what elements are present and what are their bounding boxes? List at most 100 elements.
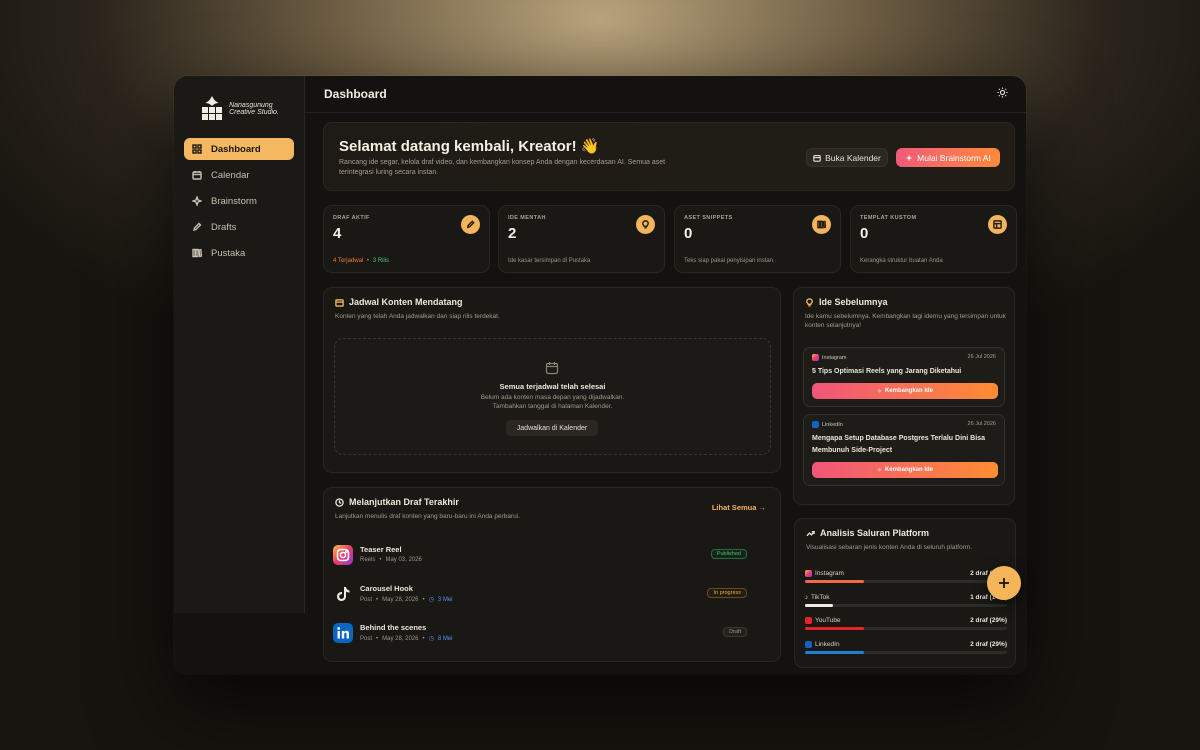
platform-bar-fill bbox=[805, 580, 864, 583]
sparkle-icon bbox=[192, 196, 202, 206]
sidebar-item-label: Pustaka bbox=[211, 247, 246, 259]
stat-sub-scheduled: 4 Terjadwal bbox=[333, 258, 364, 264]
bulb-icon bbox=[806, 297, 813, 307]
upcoming-schedule-card: Jadwal Konten Mendatang Konten yang tela… bbox=[323, 287, 781, 473]
platform-name: Instagram bbox=[805, 570, 844, 577]
sidebar-item-label: Drafts bbox=[211, 221, 237, 233]
sidebar: Nanasgunung Creative Studio. Dashboard C… bbox=[174, 76, 305, 613]
draft-meta: Post • May 28, 2026 • ◷ 8 Mei bbox=[360, 635, 453, 643]
idea-card[interactable]: Instagram 26 Jul 2026 5 Tips Optimasi Re… bbox=[803, 347, 1005, 407]
sidebar-item-label: Dashboard bbox=[211, 143, 261, 155]
stat-card-draf-aktif[interactable]: DRAF AKTIF 4 4 Terjadwal • 3 Rilis bbox=[323, 205, 490, 273]
platform-count: 2 draf (29%) bbox=[970, 641, 1007, 648]
stat-card-aset-snippets[interactable]: ASET SNIPPETS 0 Teks siap pakai penyisip… bbox=[674, 205, 841, 273]
draft-date: May 28, 2026 bbox=[382, 596, 419, 603]
idea-platform: LinkedIn bbox=[812, 421, 843, 428]
idea-card[interactable]: LinkedIn 26 Jul 2026 Mengapa Setup Datab… bbox=[803, 414, 1005, 486]
idea-platform-label: LinkedIn bbox=[822, 421, 843, 428]
draft-date: May 28, 2026 bbox=[382, 635, 419, 642]
empty-state-text: Belum ada konten masa depan yang dijadwa… bbox=[335, 393, 770, 411]
platform-row-instagram: Instagram 2 draf (29%) bbox=[805, 570, 1007, 590]
sparkle-icon bbox=[905, 154, 913, 161]
start-brainstorm-button[interactable]: Mulai Brainstorm AI bbox=[896, 148, 1000, 167]
platform-label: Instagram bbox=[815, 570, 844, 577]
sidebar-item-calendar[interactable]: Calendar bbox=[184, 164, 294, 186]
sidebar-item-dashboard[interactable]: Dashboard bbox=[184, 138, 294, 160]
calendar-icon bbox=[192, 171, 202, 180]
see-all-link[interactable]: Lihat Semua → bbox=[712, 503, 766, 512]
stat-value: 2 bbox=[508, 225, 517, 242]
idea-date: 26 Jul 2026 bbox=[967, 421, 996, 427]
start-brainstorm-label: Mulai Brainstorm AI bbox=[917, 152, 991, 163]
platform-bar-track bbox=[805, 604, 1007, 607]
platform-name: YouTube bbox=[805, 617, 841, 624]
idea-date: 26 Jul 2026 bbox=[967, 354, 996, 360]
drafts-title: Melanjutkan Draf Terakhir bbox=[335, 497, 459, 507]
welcome-banner: Selamat datang kembali, Kreator! 👋 Ranca… bbox=[323, 122, 1015, 191]
theme-toggle-button[interactable] bbox=[997, 85, 1008, 103]
status-badge: Draft bbox=[723, 627, 747, 637]
stat-value: 4 bbox=[333, 225, 342, 242]
stat-card-templat-kustom[interactable]: TEMPLAT KUSTOM 0 Kerangka struktur buata… bbox=[850, 205, 1017, 273]
brand-logo[interactable]: Nanasgunung Creative Studio. bbox=[174, 76, 304, 138]
page-title: Dashboard bbox=[324, 87, 387, 101]
develop-idea-button[interactable]: ✧ Kembangkan Ide bbox=[812, 462, 998, 478]
brand-name-line2: Creative Studio. bbox=[229, 109, 279, 116]
analysis-title: Analisis Saluran Platform bbox=[806, 528, 929, 538]
calendar-icon bbox=[813, 154, 821, 162]
instagram-icon bbox=[333, 545, 353, 565]
calendar-icon bbox=[335, 298, 344, 307]
sun-icon bbox=[997, 87, 1008, 98]
idea-platform-label: Instagram bbox=[822, 354, 847, 361]
develop-idea-label: Kembangkan Ide bbox=[885, 388, 934, 394]
stat-value: 0 bbox=[860, 225, 869, 242]
platform-bar-track bbox=[805, 580, 1007, 583]
add-button[interactable] bbox=[987, 566, 1021, 600]
draft-type: Reels bbox=[360, 557, 376, 563]
platform-bar-fill bbox=[805, 604, 834, 607]
platform-label: YouTube bbox=[815, 617, 841, 624]
idea-title: Mengapa Setup Database Postgres Terlalu … bbox=[812, 435, 985, 454]
develop-idea-button[interactable]: ✧ Kembangkan Ide bbox=[812, 383, 998, 399]
draft-type: Post bbox=[360, 635, 373, 642]
stat-sub-separator: • bbox=[366, 258, 370, 264]
schedule-subtitle: Konten yang telah Anda jadwalkan dan sia… bbox=[335, 313, 500, 320]
draft-row[interactable]: Behind the scenes Post • May 28, 2026 • ◷ … bbox=[333, 619, 763, 649]
template-icon bbox=[993, 220, 1002, 229]
empty-state-title: Semua terjadwal telah selesai bbox=[499, 382, 606, 391]
platform-row-linkedin: LinkedIn 2 draf (29%) bbox=[805, 641, 1007, 661]
draft-row[interactable]: Carousel Hook Post • May 28, 2026 • ◷ 3 Me… bbox=[333, 580, 763, 610]
platform-row-youtube: YouTube 2 draf (29%) bbox=[805, 617, 1007, 637]
stat-card-ide-mentah[interactable]: IDE MENTAH 2 Ide kasar tersimpan di Pust… bbox=[498, 205, 665, 273]
sidebar-item-brainstorm[interactable]: Brainstorm bbox=[184, 190, 294, 212]
platform-name: ♪ TikTok bbox=[805, 594, 830, 601]
stat-sub: 4 Terjadwal • 3 Rilis bbox=[333, 258, 389, 264]
ideas-subtitle: Ide kamu sebelumnya. Kembangkan lagi ide… bbox=[805, 313, 1006, 329]
stat-label: IDE MENTAH bbox=[508, 215, 546, 221]
sidebar-item-pustaka[interactable]: Pustaka bbox=[184, 242, 294, 264]
platform-label: LinkedIn bbox=[815, 641, 840, 648]
instagram-icon bbox=[805, 570, 812, 577]
stat-icon-badge bbox=[988, 215, 1007, 234]
platform-bar-track bbox=[805, 651, 1007, 654]
draft-meta: Reels • May 03, 2026 bbox=[360, 557, 422, 563]
wave-emoji: 👋 bbox=[580, 138, 600, 155]
sidebar-item-drafts[interactable]: Drafts bbox=[184, 216, 294, 238]
platform-bar-fill bbox=[805, 651, 864, 654]
status-badge: In progress bbox=[707, 588, 747, 598]
brand-name-line1: Nanasgunung bbox=[229, 102, 273, 109]
draft-meta: Post • May 28, 2026 • ◷ 3 Mei bbox=[360, 596, 453, 604]
ideas-title: Ide Sebelumnya bbox=[805, 297, 888, 307]
sparkle-icon: ✧ bbox=[876, 467, 882, 474]
platform-name: LinkedIn bbox=[805, 641, 840, 648]
schedule-in-calendar-button[interactable]: Jadwalkan di Kalender bbox=[506, 420, 598, 436]
drafts-subtitle: Lanjutkan menulis draf konten yang baru-… bbox=[335, 513, 521, 520]
welcome-title-text: Selamat datang kembali, Kreator! bbox=[339, 138, 577, 155]
platform-label: TikTok bbox=[811, 594, 830, 601]
draft-row[interactable]: Teaser Reel Reels • May 03, 2026 Publishe… bbox=[333, 541, 763, 571]
platform-row-tiktok: ♪ TikTok 1 draf (14%) bbox=[805, 594, 1007, 614]
open-calendar-button[interactable]: Buka Kalender bbox=[806, 148, 888, 167]
stat-sub: Kerangka struktur buatan Anda bbox=[860, 258, 943, 264]
welcome-title: Selamat datang kembali, Kreator! 👋 bbox=[339, 137, 599, 155]
trending-up-icon bbox=[806, 530, 815, 536]
